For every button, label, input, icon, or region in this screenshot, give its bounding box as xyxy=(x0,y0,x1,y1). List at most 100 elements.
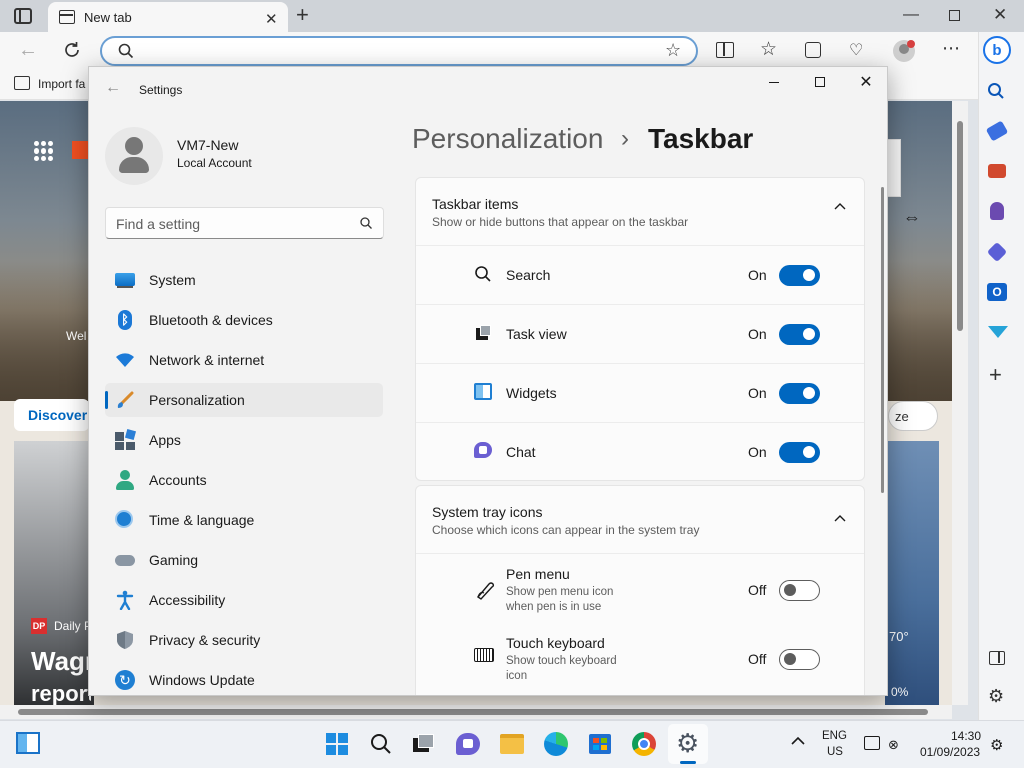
page-horizontal-scrollbar[interactable] xyxy=(0,705,952,719)
bing-chat-icon[interactable]: b xyxy=(983,36,1011,64)
chrome-icon[interactable] xyxy=(628,728,660,760)
settings-app-title: Settings xyxy=(139,83,183,97)
taskbar-item-task-view: Task view On xyxy=(416,304,864,363)
weather-card[interactable]: 70° 0% xyxy=(885,441,939,705)
new-tab-button[interactable]: + xyxy=(296,4,309,26)
sidebar-search-icon[interactable] xyxy=(987,82,1005,100)
breadcrumb-parent[interactable]: Personalization xyxy=(412,123,603,155)
active-app-indicator xyxy=(680,761,696,764)
sidebar-settings-icon[interactable]: ⚙ xyxy=(988,686,1004,707)
chevron-up-icon[interactable] xyxy=(834,514,846,522)
nav-item-network[interactable]: Network & internet xyxy=(105,343,383,377)
nav-item-system[interactable]: System xyxy=(105,263,383,297)
close-browser-button[interactable]: ✕ xyxy=(993,5,1007,25)
app-launcher-icon[interactable] xyxy=(34,141,54,161)
news-headline[interactable]: Wagr xyxy=(31,646,95,677)
import-favorites-link[interactable]: Import fa xyxy=(38,77,85,91)
discover-tab[interactable]: Discover xyxy=(14,399,89,431)
touch-keyboard-toggle[interactable] xyxy=(779,649,820,670)
add-sidebar-app-icon[interactable]: + xyxy=(989,362,1002,388)
volume-muted-icon[interactable]: ⊗ xyxy=(888,737,899,753)
profile-avatar[interactable] xyxy=(893,40,915,62)
games-icon[interactable] xyxy=(990,202,1004,220)
nav-item-privacy[interactable]: Privacy & security xyxy=(105,623,383,657)
nav-item-personalization[interactable]: Personalization xyxy=(105,383,383,417)
store-icon[interactable] xyxy=(584,728,616,760)
nav-item-gaming[interactable]: Gaming xyxy=(105,543,383,577)
find-setting-search[interactable]: Find a setting xyxy=(105,207,384,239)
language-indicator[interactable]: ENG xyxy=(822,730,847,742)
nav-item-bluetooth[interactable]: ᛒ Bluetooth & devices xyxy=(105,303,383,337)
nav-item-apps[interactable]: Apps xyxy=(105,423,383,457)
minimize-browser-button[interactable]: — xyxy=(903,6,919,24)
chevron-up-icon[interactable] xyxy=(834,202,846,210)
edge-icon[interactable] xyxy=(540,728,572,760)
chat-icon[interactable] xyxy=(452,728,484,760)
notification-icon[interactable]: ⚙ xyxy=(990,736,1003,754)
drop-icon[interactable] xyxy=(988,326,1008,338)
toggle-state-text: On xyxy=(748,326,767,342)
taskbar-search-icon[interactable] xyxy=(365,728,397,760)
clock-time[interactable]: 14:30 xyxy=(951,729,981,743)
refresh-icon[interactable] xyxy=(62,40,82,60)
minimize-settings-button[interactable] xyxy=(751,67,797,97)
widgets-icon[interactable] xyxy=(16,732,40,754)
show-hidden-icons-chevron[interactable] xyxy=(791,736,805,745)
nav-item-time-language[interactable]: Time & language xyxy=(105,503,383,537)
toggle-state-text: Off xyxy=(748,582,767,598)
tab-actions-icon[interactable] xyxy=(14,8,32,24)
tools-icon[interactable] xyxy=(988,164,1006,178)
widgets-toggle[interactable] xyxy=(779,383,820,404)
user-name: VM7-New xyxy=(177,137,239,153)
row-label: Task view xyxy=(506,326,567,342)
close-settings-button[interactable]: ✕ xyxy=(843,67,887,97)
favorite-star-icon[interactable]: ☆ xyxy=(665,40,681,61)
hide-sidebar-icon[interactable] xyxy=(989,651,1005,665)
back-arrow-icon[interactable]: ← xyxy=(105,79,121,97)
taskbar-item-search: Search On xyxy=(416,245,864,304)
nav-item-windows-update[interactable]: ↻ Windows Update xyxy=(105,663,383,695)
split-screen-icon[interactable] xyxy=(716,42,734,58)
restore-browser-button[interactable] xyxy=(949,10,960,21)
news-source-logo: DP xyxy=(31,618,47,634)
customize-button[interactable]: ze xyxy=(888,401,938,431)
collections-icon[interactable] xyxy=(805,42,821,58)
nav-item-accounts[interactable]: Accounts xyxy=(105,463,383,497)
settings-scrollbar[interactable] xyxy=(881,187,884,493)
outlook-icon[interactable]: O xyxy=(987,283,1007,301)
user-avatar[interactable] xyxy=(105,127,163,185)
news-headline-line2: reports of his elimination in new video xyxy=(31,681,91,705)
address-bar[interactable]: ☆ xyxy=(100,36,698,66)
start-button[interactable] xyxy=(321,728,353,760)
new-tab-page-icon xyxy=(59,10,75,24)
task-view-toggle[interactable] xyxy=(779,324,820,345)
network-icon[interactable] xyxy=(864,736,880,750)
tab-title: New tab xyxy=(84,9,132,25)
task-view-icon[interactable] xyxy=(408,728,440,760)
system-tray-header[interactable]: System tray icons Choose which icons can… xyxy=(416,486,864,552)
search-toggle[interactable] xyxy=(779,265,820,286)
row-label: Touch keyboard xyxy=(506,635,605,651)
more-options-icon[interactable]: ⋯ xyxy=(942,38,960,59)
browser-tab[interactable]: New tab ✕ xyxy=(48,2,288,32)
taskbar-items-header[interactable]: Taskbar items Show or hide buttons that … xyxy=(416,178,864,244)
news-source: Daily P xyxy=(54,619,93,633)
favorites-icon[interactable]: ☆ xyxy=(760,38,777,61)
file-explorer-icon[interactable] xyxy=(496,728,528,760)
gamepad-icon xyxy=(115,550,135,570)
close-tab-icon[interactable]: ✕ xyxy=(265,10,278,28)
maximize-settings-button[interactable] xyxy=(797,67,843,97)
row-label: Widgets xyxy=(506,385,557,401)
pen-menu-toggle[interactable] xyxy=(779,580,820,601)
back-icon[interactable]: ← xyxy=(18,39,38,62)
settings-taskbar-button[interactable]: ⚙ xyxy=(668,724,708,764)
nav-item-accessibility[interactable]: Accessibility xyxy=(105,583,383,617)
row-description: Show touch keyboard icon xyxy=(506,655,617,682)
search-icon xyxy=(360,217,372,229)
welcome-text: Wel xyxy=(66,329,87,343)
page-vertical-scrollbar[interactable] xyxy=(952,101,968,705)
accessibility-icon xyxy=(115,590,135,610)
chat-toggle[interactable] xyxy=(779,442,820,463)
microsoft-logo xyxy=(72,141,88,159)
browser-essentials-icon[interactable]: ♡ xyxy=(849,40,863,60)
